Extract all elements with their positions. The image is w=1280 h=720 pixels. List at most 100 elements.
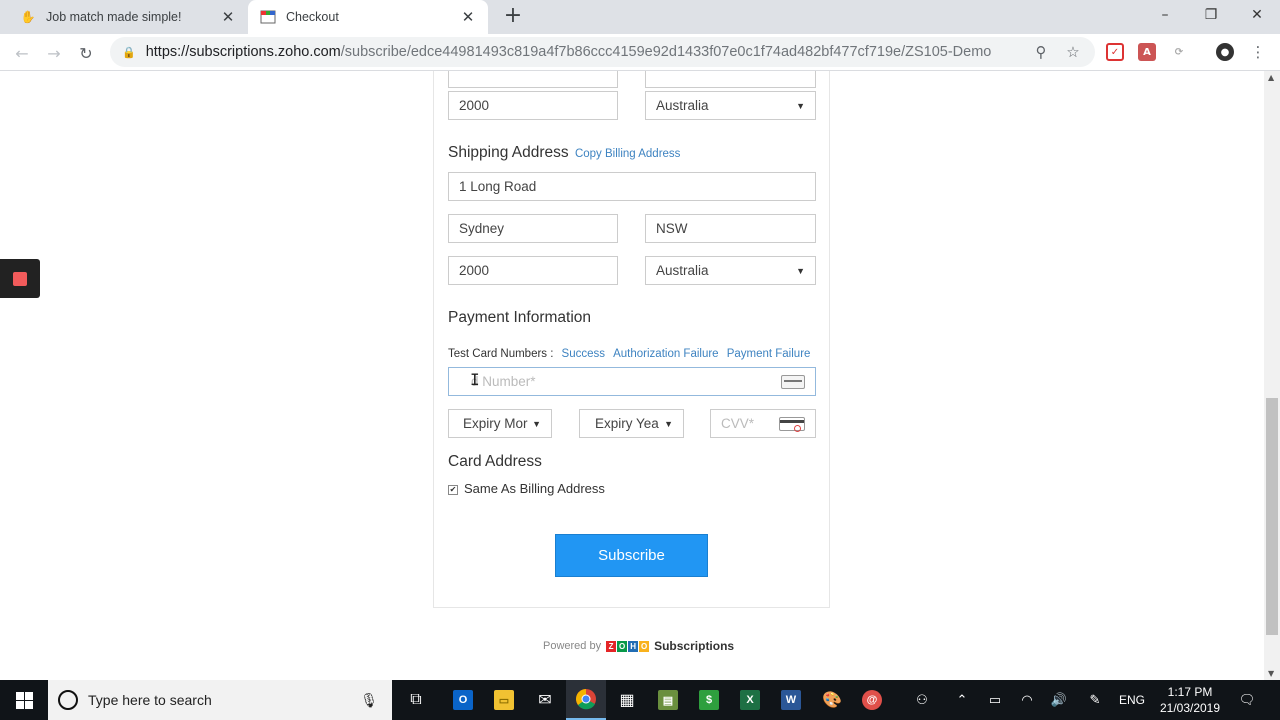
shipping-country-select[interactable]: Australia ▼ [645,256,816,285]
money-app-icon[interactable]: $ [689,680,729,720]
zoom-icon[interactable]: ⚲ [1030,41,1052,63]
word-icon[interactable]: W [771,680,811,720]
card-number-input[interactable]: d Number* [448,367,816,396]
outlook-icon[interactable]: O [443,680,483,720]
zoho-logo-icon: ZOHO [606,640,650,652]
cortana-icon [58,690,78,710]
mail-icon[interactable]: ✉ [525,680,565,720]
url-path: /subscribe/edce44981493c819a4f7b86ccc415… [340,44,992,60]
shipping-street-field[interactable]: 1 Long Road [448,172,816,201]
scrollbar-thumb[interactable] [1266,398,1278,635]
same-as-billing-label: Same As Billing Address [464,481,605,496]
notifications-icon[interactable]: 🗨 [1235,680,1259,720]
people-icon[interactable]: ⚇ [910,680,934,720]
cvv-placeholder: CVV* [721,416,755,431]
language-indicator[interactable]: ENG [1116,680,1148,720]
close-icon[interactable]: ✕ [460,8,476,26]
test-authorization-failure-link[interactable]: Authorization Failure [613,348,718,360]
taskbar-search-box[interactable]: Type here to search 🎙 [48,680,392,720]
orange-hand-icon: ✋ [20,10,36,24]
card-address-heading: Card Address [448,453,542,470]
excel-icon[interactable]: X [730,680,770,720]
checkout-calendar-icon [260,9,276,25]
billing-postcode-field[interactable]: 2000 [448,91,618,120]
billing-postcode-value: 2000 [459,98,490,113]
pdf-extension-icon[interactable]: A [1138,43,1156,61]
payment-information-heading: Payment Information [448,309,592,326]
battery-icon[interactable]: ▭ [983,680,1007,720]
clock-date: 21/03/2019 [1159,701,1221,715]
clock-time: 1:17 PM [1167,685,1213,699]
calculator-icon[interactable]: ▦ [607,680,647,720]
shipping-state-value: NSW [656,221,688,236]
avatar[interactable]: ● [1216,43,1234,61]
microphone-icon[interactable]: 🎙 [360,692,378,709]
volume-icon[interactable]: 🔊 [1047,680,1071,720]
tray-chevron-up-icon[interactable]: ⌃ [950,680,974,720]
url-host: https://subscriptions.zoho.com [145,44,341,60]
bookmark-star-icon[interactable]: ☆ [1062,41,1084,63]
pen-icon[interactable]: ✎ [1083,680,1107,720]
wifi-icon[interactable]: ◠ [1015,680,1039,720]
screen-recorder-stop-button[interactable] [0,259,40,298]
pocket-extension-icon[interactable]: ✓ [1106,43,1124,61]
billing-city-field[interactable] [448,71,618,88]
expiry-month-value: Expiry Mor [463,416,528,431]
windows-start-button[interactable] [0,680,48,720]
shipping-title-text: Shipping Address [448,144,569,161]
file-explorer-icon[interactable]: ▭ [484,680,524,720]
expiry-year-select[interactable]: Expiry Yea ▼ [579,409,684,438]
test-success-link[interactable]: Success [562,348,605,360]
expiry-month-select[interactable]: Expiry Mor ▼ [448,409,552,438]
page-scrollbar[interactable]: ▲ ▼ [1264,71,1280,680]
test-payment-failure-link[interactable]: Payment Failure [727,348,811,360]
chevron-down-icon: ▼ [796,265,805,276]
tab-job-match[interactable]: ✋ Job match made simple! ✕ [8,0,248,34]
taskbar-clock[interactable]: 1:17 PM 21/03/2019 [1150,684,1230,716]
chrome-icon[interactable] [566,680,606,720]
cvv-input[interactable]: CVV* [710,409,816,438]
windows-logo-icon [15,691,33,709]
stop-icon [13,271,27,286]
menu-kebab-icon[interactable]: ⋮ [1247,41,1269,63]
shipping-postcode-value: 2000 [459,263,490,278]
shipping-postcode-field[interactable]: 2000 [448,256,618,285]
subscribe-button[interactable]: Subscribe [555,534,708,577]
same-as-billing-checkbox[interactable]: ✔ [448,485,458,495]
tab-title: Checkout [286,10,339,24]
powered-by-text: Powered by [543,640,602,652]
browser-tab-strip: ✋ Job match made simple! ✕ Checkout ✕ + … [0,0,1280,34]
new-tab-button[interactable]: + [500,4,526,30]
powered-by-footer: Powered by ZOHO Subscriptions [543,639,734,653]
copy-billing-address-link[interactable]: Copy Billing Address [575,148,680,160]
restore-icon[interactable]: ❐ [1188,0,1234,30]
billing-state-field[interactable] [645,71,816,88]
reload-icon[interactable]: ↻ [73,40,99,66]
app-swirl-icon[interactable]: @ [852,680,892,720]
address-bar[interactable]: 🔒 https://subscriptions.zoho.com /subscr… [110,37,1095,67]
forward-icon[interactable]: → [41,40,67,66]
browser-toolbar: ← → ↻ 🔒 https://subscriptions.zoho.com /… [0,34,1280,71]
credit-card-icon [781,374,805,389]
expiry-year-value: Expiry Yea [595,416,659,431]
chevron-down-icon: ▼ [796,100,805,111]
billing-country-select[interactable]: Australia ▼ [645,91,816,120]
scroll-up-icon[interactable]: ▲ [1268,73,1274,82]
tab-title: Job match made simple! [46,10,182,24]
minimize-icon[interactable]: – [1142,0,1188,30]
back-icon[interactable]: ← [9,40,35,66]
lock-icon: 🔒 [122,46,136,59]
close-icon[interactable]: ✕ [220,8,236,26]
tab-checkout[interactable]: Checkout ✕ [248,0,488,34]
window-close-icon[interactable]: ✕ [1234,0,1280,30]
extension-icon[interactable]: ⟳ [1170,43,1188,61]
spreadsheet-app-icon[interactable]: ▤ [648,680,688,720]
scroll-down-icon[interactable]: ▼ [1268,669,1274,678]
test-card-numbers-row: Test Card Numbers : Success Authorizatio… [448,342,810,361]
shipping-state-field[interactable]: NSW [645,214,816,243]
shipping-country-value: Australia [656,263,709,278]
shipping-city-field[interactable]: Sydney [448,214,618,243]
shipping-city-value: Sydney [459,221,505,236]
paint-app-icon[interactable]: 🎨 [812,680,852,720]
task-view-icon[interactable]: ⧉ [396,680,436,720]
